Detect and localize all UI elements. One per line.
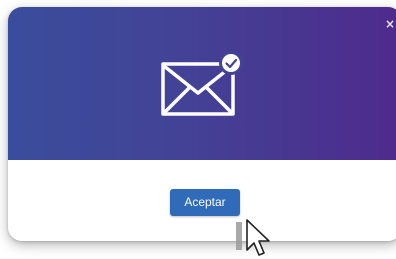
confirmation-dialog: × Aceptar — [8, 7, 396, 241]
screen: × Aceptar — [0, 0, 396, 259]
envelope-check-icon — [161, 51, 243, 116]
dialog-header: × — [8, 7, 396, 160]
close-icon[interactable]: × — [384, 17, 396, 31]
accept-button[interactable]: Aceptar — [170, 189, 240, 216]
dialog-footer: Aceptar — [8, 160, 396, 241]
mouse-pointer-icon — [236, 219, 270, 256]
